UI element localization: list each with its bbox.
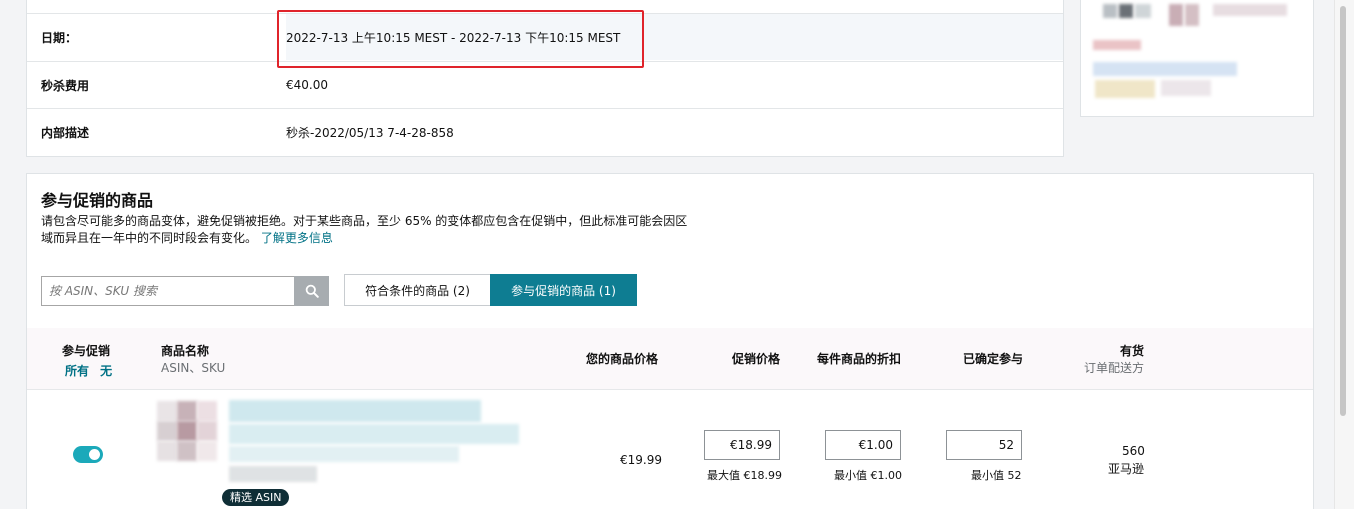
col-participate: 参与促销 [62, 344, 111, 358]
section-description: 请包含尽可能多的商品变体，避免促销被拒绝。对于某些商品，至少 65% 的变体都应… [41, 213, 691, 247]
available-quantity: 560 [1122, 444, 1145, 458]
section-description-text: 请包含尽可能多的商品变体，避免促销被拒绝。对于某些商品，至少 65% 的变体都应… [41, 214, 688, 245]
col-committed: 已确定参与 [963, 352, 1024, 366]
search-button[interactable] [294, 276, 329, 306]
product-name-blurred[interactable] [229, 400, 519, 482]
table-row: 精选 ASIN €19.99 最大值 €18.99 最小值 €1.00 最小值 … [27, 391, 1313, 509]
search-icon [305, 284, 319, 298]
tab-participating-products[interactable]: 参与促销的商品 (1) [490, 274, 637, 306]
table-header: 参与促销 所有 无 商品名称 ASIN、SKU 您的商品价格 促销价格 每件商品… [27, 328, 1313, 390]
committed-hint: 最小值 52 [971, 469, 1022, 482]
scrollbar-thumb[interactable] [1340, 6, 1346, 416]
detail-row-description: 内部描述 秒杀-2022/05/13 7-4-28-858 [27, 108, 1063, 155]
select-links: 所有 无 [65, 360, 112, 379]
fee-value: €40.00 [286, 78, 328, 92]
col-product-name-sub: ASIN、SKU [161, 361, 226, 375]
section-title: 参与促销的商品 [41, 191, 154, 210]
fee-label: 秒杀费用 [41, 78, 90, 93]
select-all-link[interactable]: 所有 [65, 364, 89, 378]
committed-quantity-input[interactable] [946, 430, 1022, 460]
featured-asin-badge: 精选 ASIN [222, 489, 290, 506]
description-label: 内部描述 [41, 125, 90, 140]
participate-toggle[interactable] [73, 446, 103, 463]
col-your-price: 您的商品价格 [586, 352, 659, 366]
deal-price-input[interactable] [704, 430, 780, 460]
product-thumbnail[interactable] [157, 401, 217, 461]
col-discount: 每件商品的折扣 [817, 352, 902, 366]
product-filter-tabs: 符合条件的商品 (2) 参与促销的商品 (1) [344, 274, 637, 306]
search-bar [41, 276, 329, 306]
description-value: 秒杀-2022/05/13 7-4-28-858 [286, 125, 454, 140]
col-product-name: 商品名称 [161, 344, 210, 358]
learn-more-link[interactable]: 了解更多信息 [261, 231, 333, 245]
date-highlight-box [277, 10, 644, 68]
page-scrollbar[interactable] [1334, 0, 1354, 509]
participating-products-card: 参与促销的商品 请包含尽可能多的商品变体，避免促销被拒绝。对于某些商品，至少 6… [26, 173, 1314, 509]
select-none-link[interactable]: 无 [100, 364, 112, 378]
fulfillment-value: 亚马逊 [1108, 462, 1145, 476]
your-price-value: €19.99 [620, 453, 662, 467]
discount-input[interactable] [825, 430, 901, 460]
tab-eligible-products[interactable]: 符合条件的商品 (2) [344, 274, 490, 306]
search-input[interactable] [41, 276, 294, 306]
col-available: 有货 [1120, 344, 1145, 358]
col-fulfillment: 订单配送方 [1084, 361, 1145, 375]
detail-row-fee: 秒杀费用 €40.00 [27, 61, 1063, 108]
discount-hint: 最小值 €1.00 [834, 469, 902, 482]
deal-price-hint: 最大值 €18.99 [707, 469, 782, 482]
blurred-side-card [1080, 0, 1314, 117]
col-deal-price: 促销价格 [732, 352, 781, 366]
date-label: 日期： [27, 14, 286, 60]
